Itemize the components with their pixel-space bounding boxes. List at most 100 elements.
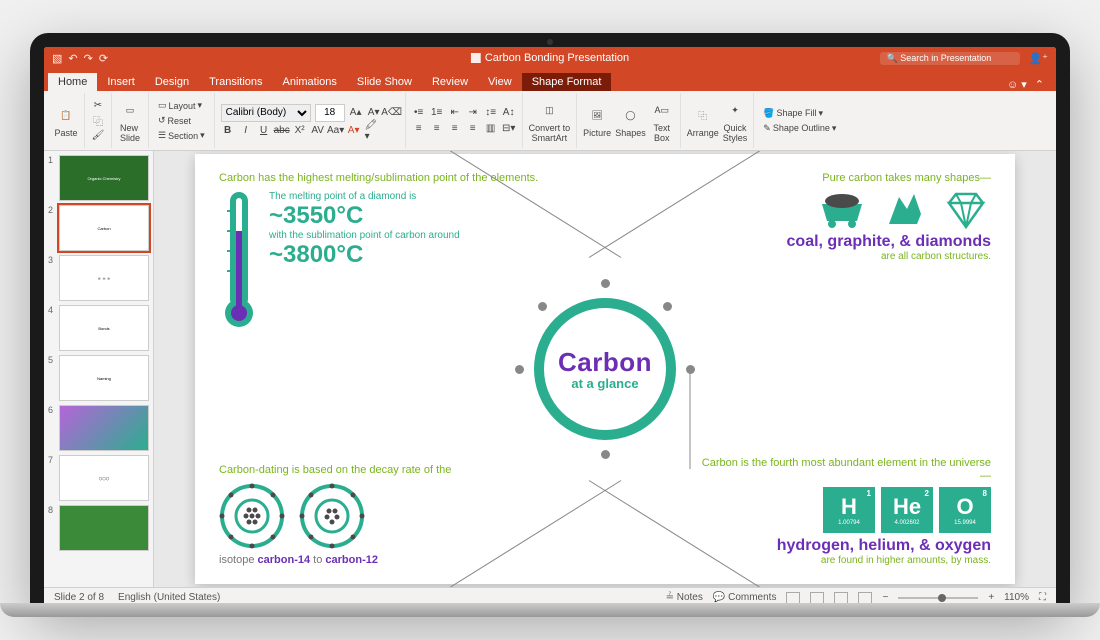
undo-icon[interactable]: ↶ (68, 52, 77, 65)
bold-button[interactable]: B (221, 124, 235, 138)
character-spacing-icon[interactable]: AV (311, 124, 325, 138)
thumbnail-1[interactable]: Organic Chemistry (59, 155, 149, 201)
carbon-14-icon (219, 483, 285, 554)
slide-title: Carbon (558, 347, 652, 378)
powerpoint-window: ▧ ↶ ↷ ⟳ Carbon Bonding Presentation 🔍 Se… (44, 47, 1056, 607)
quick-styles-button[interactable]: ✦Quick Styles (723, 98, 748, 143)
increase-font-icon[interactable]: A▴ (349, 106, 363, 120)
element-h: 1H1.00794 (823, 487, 875, 533)
shapes-button[interactable]: ◯Shapes (615, 103, 646, 138)
tab-view[interactable]: View (478, 73, 522, 91)
columns-icon[interactable]: ▥ (484, 122, 498, 136)
sorter-view-icon[interactable] (810, 592, 824, 604)
justify-icon[interactable]: ≡ (466, 122, 480, 136)
save-icon[interactable]: ▧ (52, 52, 62, 65)
align-left-icon[interactable]: ≡ (412, 122, 426, 136)
tab-transitions[interactable]: Transitions (199, 73, 272, 91)
superscript-icon[interactable]: X² (293, 124, 307, 138)
section-button[interactable]: ☰ Section ▾ (155, 129, 208, 142)
thumbnail-5[interactable]: Naming (59, 355, 149, 401)
convert-smartart-button[interactable]: ◫ Convert to SmartArt (529, 98, 571, 143)
element-he: 2He4.002602 (881, 487, 933, 533)
align-right-icon[interactable]: ≡ (448, 122, 462, 136)
quadrant-shapes: Pure carbon takes many shapes— coal, gra… (711, 172, 991, 262)
zoom-level[interactable]: 110% (1004, 592, 1029, 603)
thumbnail-8[interactable] (59, 505, 149, 551)
font-name-select[interactable]: Calibri (Body) (221, 104, 311, 122)
thumbnail-2[interactable]: Carbon (59, 205, 149, 251)
quadrant-abundance: Carbon is the fourth most abundant eleme… (691, 457, 991, 566)
comments-button[interactable]: 💬 Comments (713, 592, 777, 603)
align-text-icon[interactable]: ⊟▾ (502, 122, 516, 136)
clear-format-icon[interactable]: A⌫ (385, 106, 399, 120)
zoom-in-icon[interactable]: + (988, 592, 994, 603)
new-slide-button[interactable]: ▭ New Slide (118, 98, 142, 143)
layout-button[interactable]: ▭ Layout ▾ (155, 99, 208, 112)
strike-button[interactable]: abc (275, 124, 289, 138)
tab-home[interactable]: Home (48, 73, 97, 91)
language-status[interactable]: English (United States) (118, 592, 220, 603)
ribbon: 📋 Paste ✂ ⿻ 🖌 ▭ New Slide ▭ Layout ▾ ↺ R… (44, 91, 1056, 151)
shape-outline-button[interactable]: ✎ Shape Outline ▾ (760, 122, 839, 135)
underline-button[interactable]: U (257, 124, 271, 138)
textbox-button[interactable]: A▭Text Box (650, 98, 674, 143)
shape-fill-button[interactable]: 🪣 Shape Fill ▾ (760, 107, 839, 120)
font-color-icon[interactable]: A▾ (347, 124, 361, 138)
change-case-icon[interactable]: Aa▾ (329, 124, 343, 138)
text-direction-icon[interactable]: A↕ (502, 106, 516, 120)
reading-view-icon[interactable] (834, 592, 848, 604)
element-o: 8O15.9994 (939, 487, 991, 533)
feedback-icon[interactable]: ☺ ▾ (1007, 78, 1027, 91)
thumbnail-7[interactable]: ⬡⬡⬡ (59, 455, 149, 501)
search-input[interactable]: 🔍 Search in Presentation (880, 52, 1020, 65)
share-icon[interactable]: 👤⁺ (1028, 52, 1048, 65)
slide: Carbon at a glance Carbon has the highes… (195, 154, 1015, 584)
bullets-icon[interactable]: •≡ (412, 106, 426, 120)
quadrant-melting: Carbon has the highest melting/sublimati… (219, 172, 559, 331)
thumbnail-4[interactable]: Bonds (59, 305, 149, 351)
tab-design[interactable]: Design (145, 73, 199, 91)
repeat-icon[interactable]: ⟳ (99, 52, 108, 65)
line-spacing-icon[interactable]: ↕≡ (484, 106, 498, 120)
thumbnail-6[interactable] (59, 405, 149, 451)
zoom-slider[interactable] (898, 597, 978, 599)
picture-button[interactable]: 🖼Picture (583, 103, 611, 138)
slide-canvas[interactable]: Carbon at a glance Carbon has the highes… (154, 151, 1056, 587)
decrease-font-icon[interactable]: A▾ (367, 106, 381, 120)
tab-review[interactable]: Review (422, 73, 478, 91)
italic-button[interactable]: I (239, 124, 253, 138)
tab-insert[interactable]: Insert (97, 73, 145, 91)
highlight-icon[interactable]: 🖍▾ (365, 124, 379, 138)
thumbnail-3[interactable]: ⚛ ⚛ ⚛ (59, 255, 149, 301)
coal-cart-icon (817, 189, 867, 229)
notes-button[interactable]: ≟ Notes (666, 592, 703, 603)
tab-shape-format[interactable]: Shape Format (522, 73, 612, 91)
fit-window-icon[interactable]: ⛶ (1039, 592, 1046, 603)
cut-icon[interactable]: ✂ (91, 99, 105, 113)
format-painter-icon[interactable]: 🖌 (91, 129, 105, 143)
paste-button[interactable]: 📋 Paste (54, 103, 78, 138)
font-size-input[interactable] (315, 104, 345, 122)
graphite-icon (879, 189, 929, 229)
slide-position[interactable]: Slide 2 of 8 (54, 592, 104, 603)
slide-subtitle: at a glance (571, 376, 638, 391)
title-bar: ▧ ↶ ↷ ⟳ Carbon Bonding Presentation 🔍 Se… (44, 47, 1056, 69)
numbering-icon[interactable]: 1≡ (430, 106, 444, 120)
reset-button[interactable]: ↺ Reset (155, 114, 208, 127)
redo-icon[interactable]: ↷ (84, 52, 93, 65)
tab-animations[interactable]: Animations (273, 73, 347, 91)
slideshow-view-icon[interactable] (858, 592, 872, 604)
ribbon-tabs: Home Insert Design Transitions Animation… (44, 69, 1056, 91)
quadrant-dating: Carbon-dating is based on the decay rate… (219, 464, 559, 566)
slide-panel[interactable]: 1Organic Chemistry 2Carbon 3⚛ ⚛ ⚛ 4Bonds… (44, 151, 154, 587)
collapse-ribbon-icon[interactable]: ⌃ (1035, 78, 1044, 91)
tab-slideshow[interactable]: Slide Show (347, 73, 422, 91)
indent-right-icon[interactable]: ⇥ (466, 106, 480, 120)
arrange-button[interactable]: ⿻Arrange (687, 103, 719, 138)
workspace: 1Organic Chemistry 2Carbon 3⚛ ⚛ ⚛ 4Bonds… (44, 151, 1056, 587)
normal-view-icon[interactable] (786, 592, 800, 604)
zoom-out-icon[interactable]: − (882, 592, 888, 603)
indent-left-icon[interactable]: ⇤ (448, 106, 462, 120)
align-center-icon[interactable]: ≡ (430, 122, 444, 136)
copy-icon[interactable]: ⿻ (91, 114, 105, 128)
